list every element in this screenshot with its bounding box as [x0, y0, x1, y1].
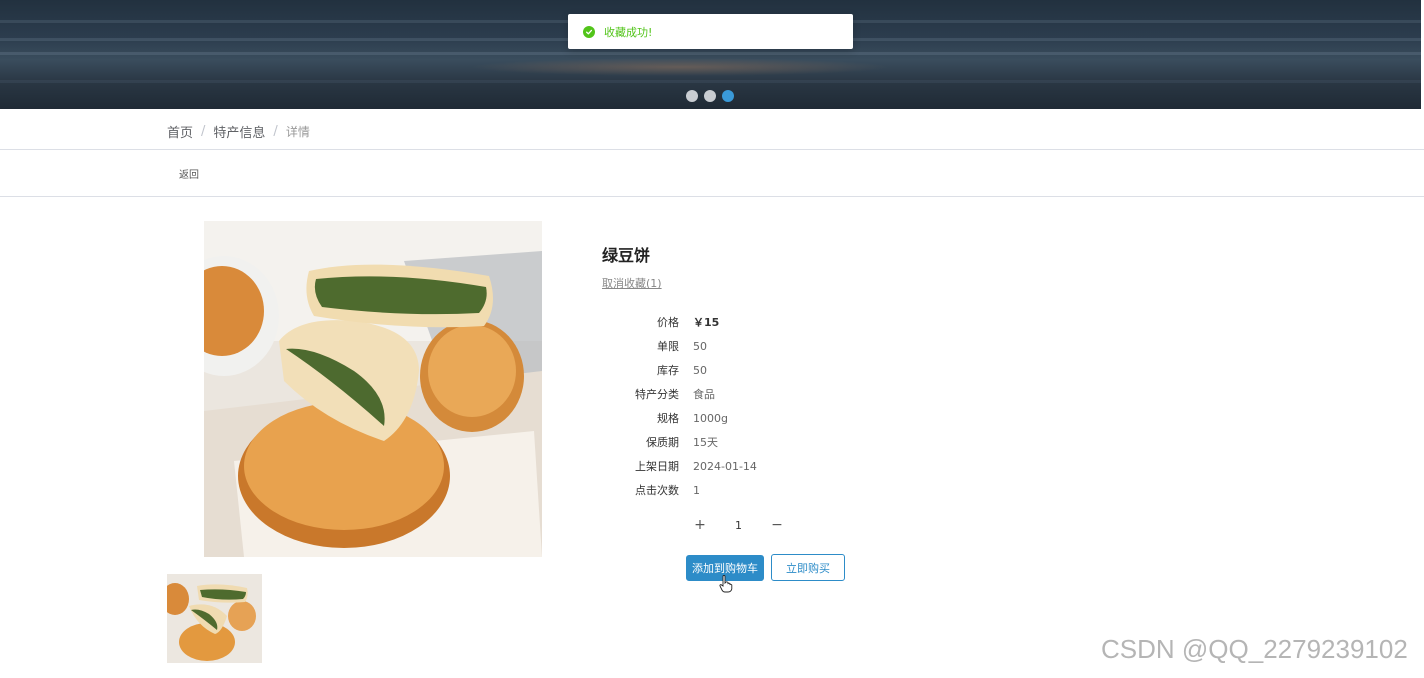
buy-now-button[interactable]: 立即购买 — [771, 554, 845, 581]
spec-label: 保质期 — [646, 436, 679, 449]
product-main-image — [204, 221, 542, 557]
breadcrumb-current: 详情 — [285, 125, 310, 139]
spec-value: 1000g — [693, 411, 728, 425]
breadcrumb-home[interactable]: 首页 — [167, 122, 193, 141]
spec-label: 特产分类 — [635, 388, 679, 401]
carousel-dot-active[interactable] — [722, 90, 734, 102]
spec-row-category: 特产分类 食品 — [602, 382, 757, 406]
breadcrumb-category[interactable]: 特产信息 — [213, 122, 265, 141]
spec-label: 单限 — [657, 340, 679, 353]
spec-label: 价格 — [657, 316, 679, 329]
spec-label: 点击次数 — [635, 484, 679, 497]
spec-label: 库存 — [657, 364, 679, 377]
divider — [0, 149, 1424, 150]
spec-row-clicks: 点击次数 1 — [602, 478, 757, 502]
spec-row-limit: 单限 50 — [602, 334, 757, 358]
success-toast: 收藏成功! — [568, 14, 853, 49]
banner-sunset-glow — [470, 58, 890, 76]
quantity-stepper: + 1 − — [686, 513, 791, 537]
carousel-indicators — [686, 90, 734, 102]
spec-value: 食品 — [693, 388, 715, 401]
divider — [0, 196, 1424, 197]
banner-wave — [0, 80, 1421, 83]
spec-row-price: 价格 ￥15 — [602, 310, 757, 334]
unfavorite-link[interactable]: 取消收藏(1) — [602, 275, 662, 291]
quantity-input[interactable]: 1 — [714, 519, 763, 532]
toast-message: 收藏成功! — [604, 25, 653, 39]
spec-value: ￥15 — [693, 316, 720, 329]
spec-row-listed-date: 上架日期 2024-01-14 — [602, 454, 757, 478]
product-thumbnail[interactable] — [167, 574, 262, 663]
check-circle-icon — [583, 25, 595, 38]
spec-label: 规格 — [657, 412, 679, 425]
spec-value: 15天 — [693, 436, 718, 449]
watermark: CSDN @QQ_2279239102 — [1101, 634, 1408, 664]
increment-button[interactable]: + — [686, 517, 714, 533]
spec-row-stock: 库存 50 — [602, 358, 757, 382]
carousel-dot[interactable] — [686, 90, 698, 102]
product-title: 绿豆饼 — [602, 246, 651, 265]
breadcrumb-separator: / — [201, 124, 206, 139]
breadcrumb: 首页 / 特产信息 / 详情 — [167, 122, 310, 141]
carousel-dot[interactable] — [704, 90, 716, 102]
banner-wave — [0, 52, 1421, 55]
spec-row-shelf-life: 保质期 15天 — [602, 430, 757, 454]
spec-label: 上架日期 — [635, 460, 679, 473]
spec-value: 1 — [693, 483, 700, 497]
spec-value: 50 — [693, 363, 707, 377]
hand-cursor-icon — [719, 575, 733, 593]
spec-value: 2024-01-14 — [693, 459, 757, 473]
spec-row-size: 规格 1000g — [602, 406, 757, 430]
spec-value: 50 — [693, 339, 707, 353]
back-button[interactable]: 返回 — [179, 166, 199, 181]
decrement-button[interactable]: − — [763, 517, 791, 533]
product-specs: 价格 ￥15 单限 50 库存 50 特产分类 食品 规格 1000g 保质期 … — [602, 310, 757, 502]
breadcrumb-separator: / — [273, 124, 278, 139]
